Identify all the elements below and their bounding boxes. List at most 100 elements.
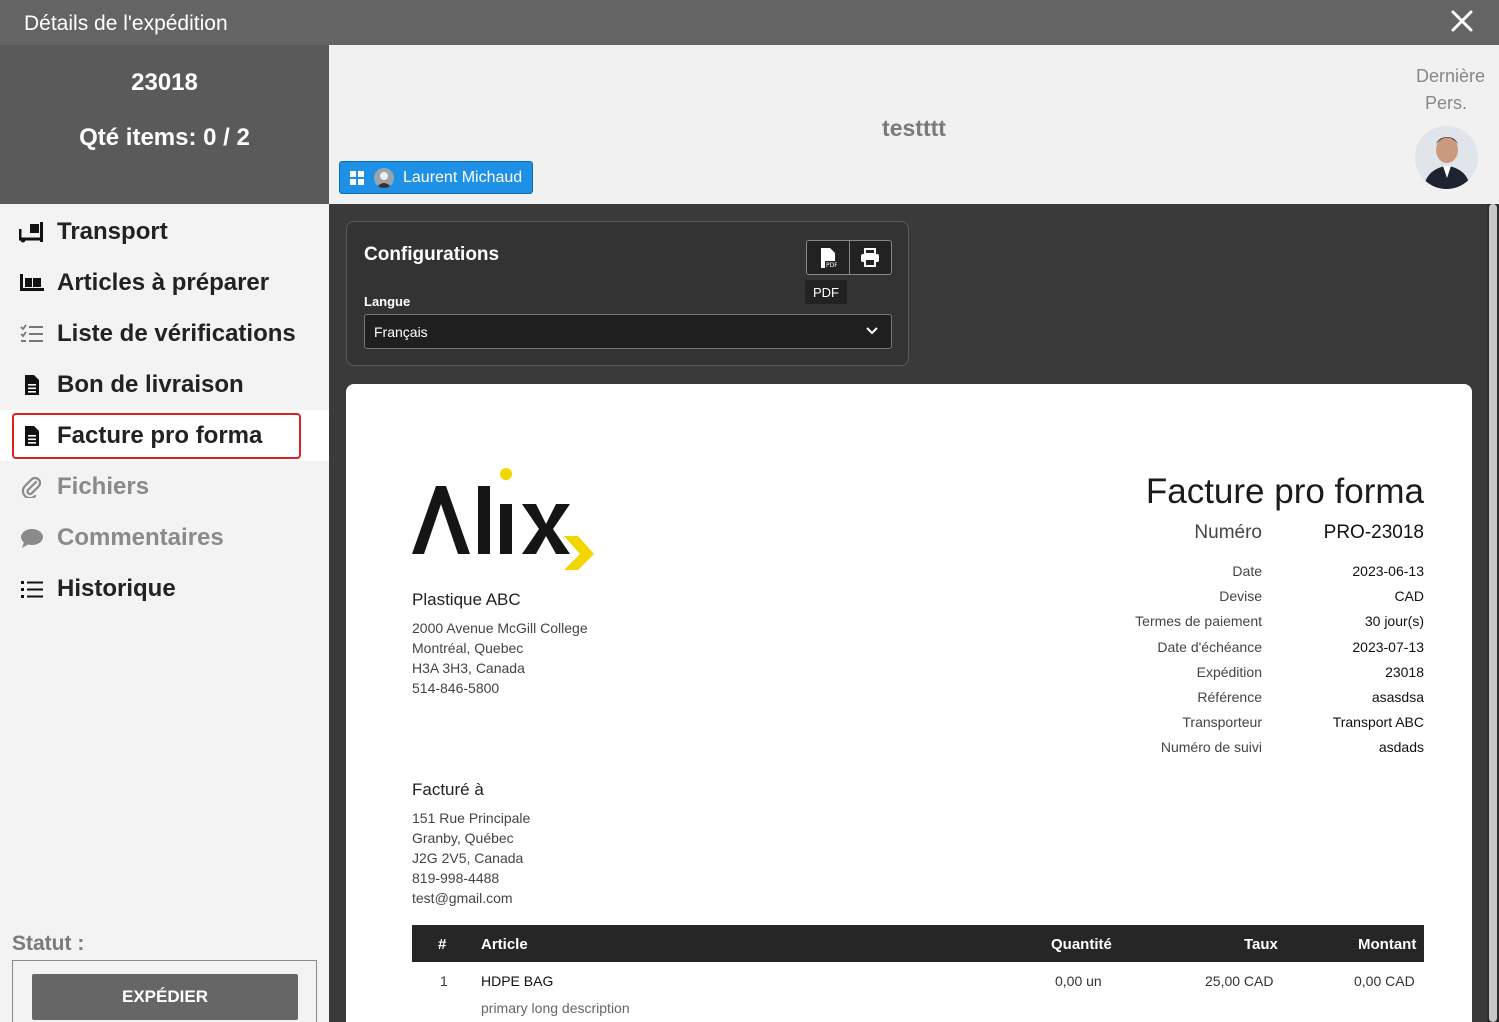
sidebar: Transport Articles à préparer Liste de v… — [0, 204, 329, 1022]
avatar — [1415, 126, 1478, 189]
sidebar-item-label: Historique — [57, 574, 176, 602]
cell-rate: 25,00 CAD — [1205, 973, 1274, 989]
sidebar-item-label: Transport — [57, 217, 168, 245]
sidebar-item-comments[interactable]: Commentaires — [0, 512, 329, 563]
address-line: 151 Rue Principale — [412, 810, 531, 826]
status-label: Statut : — [12, 932, 85, 955]
scrollbar[interactable] — [1487, 204, 1499, 1022]
meta-row: Expédition 23018 — [1004, 664, 1424, 680]
meta-row: Devise CAD — [1004, 588, 1424, 604]
status-box: EXPÉDIER — [12, 960, 317, 1022]
invoice-title: Facture pro forma — [1145, 472, 1424, 511]
billed-to: Facturé à 151 Rue Principale Granby, Qué… — [412, 780, 530, 908]
document-header: testttt Laurent Michaud Dernière Pers. — [329, 45, 1499, 204]
sidebar-item-history[interactable]: Historique — [0, 563, 329, 614]
shipment-summary: 23018 Qté items: 0 / 2 — [0, 45, 329, 204]
assigned-user-button[interactable]: Laurent Michaud — [339, 161, 534, 194]
sidebar-item-label: Fichiers — [57, 472, 150, 500]
meta-label: Date — [1232, 563, 1262, 579]
configurations-title: Configurations — [364, 244, 500, 265]
grid-icon — [350, 170, 364, 185]
address-line: Granby, Québec — [412, 830, 514, 846]
meta-label: Transporteur — [1182, 714, 1262, 730]
svg-text:PDF: PDF — [826, 262, 837, 269]
address-line: H3A 3H3, Canada — [412, 660, 525, 676]
active-highlight — [12, 413, 301, 459]
meta-label: Termes de paiement — [1135, 613, 1262, 629]
sidebar-item-label: Bon de livraison — [57, 370, 244, 398]
last-person-label: Dernière Pers. — [1416, 63, 1485, 117]
table-row: 1 HDPE BAG 0,00 un 25,00 CAD 0,00 CAD pr… — [412, 962, 1424, 1016]
close-icon[interactable] — [1449, 8, 1475, 34]
checklist-icon — [18, 322, 46, 346]
paperclip-icon — [18, 475, 46, 499]
billed-to-label: Facturé à — [412, 780, 484, 799]
sidebar-item-files[interactable]: Fichiers — [0, 461, 329, 512]
title-bar: Détails de l'expédition — [0, 0, 1499, 45]
last-person-line1: Dernière — [1415, 66, 1485, 86]
pdf-button[interactable]: PDF — [807, 241, 849, 274]
configurations-panel: Configurations PDF PDF Langue Français — [346, 221, 909, 366]
seller-name: Plastique ABC — [412, 590, 521, 609]
list-icon — [18, 577, 46, 601]
sidebar-item-checklist[interactable]: Liste de vérifications — [0, 308, 329, 359]
meta-label: Référence — [1197, 689, 1262, 705]
col-amount: Montant — [1358, 936, 1417, 953]
truck-loading-icon — [18, 220, 46, 244]
scrollbar-thumb[interactable] — [1489, 204, 1497, 1022]
print-button[interactable] — [848, 241, 891, 274]
meta-value: 2023-07-13 — [1352, 639, 1424, 655]
language-label: Langue — [364, 294, 411, 309]
meta-value: asdads — [1378, 739, 1424, 755]
sidebar-item-articles[interactable]: Articles à préparer — [0, 257, 329, 308]
col-article: Article — [481, 936, 528, 953]
language-value: Français — [374, 323, 428, 340]
window-title: Détails de l'expédition — [24, 12, 228, 35]
address-line: 2000 Avenue McGill College — [412, 620, 588, 636]
meta-value: asasdsa — [1371, 689, 1424, 705]
shipment-number: 23018 — [131, 69, 198, 96]
meta-label: Devise — [1219, 588, 1262, 604]
company-logo — [412, 468, 594, 570]
meta-value: CAD — [1394, 588, 1424, 604]
document-icon — [18, 373, 46, 397]
meta-value: 2023-06-13 — [1352, 563, 1424, 579]
address-line: test@gmail.com — [412, 890, 513, 906]
sidebar-item-label: Articles à préparer — [57, 268, 270, 296]
sidebar-item-proforma[interactable]: Facture pro forma — [0, 410, 329, 461]
sidebar-item-transport[interactable]: Transport — [0, 206, 329, 257]
meta-row: Termes de paiement 30 jour(s) — [1004, 613, 1424, 629]
invoice-document: Plastique ABC 2000 Avenue McGill College… — [346, 384, 1472, 1022]
pdf-tooltip: PDF — [805, 280, 847, 304]
sidebar-item-label: Commentaires — [57, 523, 224, 551]
page-title: testttt — [882, 115, 946, 141]
meta-value: PRO-23018 — [1323, 522, 1424, 543]
address-line: 514-846-5800 — [412, 680, 500, 696]
quantity-items: Qté items: 0 / 2 — [79, 124, 250, 151]
cell-num: 1 — [440, 973, 448, 989]
invoice-number-row: Numéro PRO-23018 — [1004, 522, 1424, 544]
cell-qty: 0,00 un — [1055, 973, 1102, 989]
seller-address: Plastique ABC 2000 Avenue McGill College… — [412, 590, 588, 698]
pdf-icon: PDF — [820, 247, 837, 269]
cell-amount: 0,00 CAD — [1354, 973, 1415, 989]
language-select[interactable]: Français — [364, 314, 892, 349]
col-num: # — [438, 936, 447, 953]
meta-row: Numéro de suivi asdads — [1004, 739, 1424, 755]
address-line: 819-998-4488 — [412, 870, 500, 886]
meta-value: 30 jour(s) — [1364, 613, 1424, 629]
meta-row: Référence asasdsa — [1004, 689, 1424, 705]
export-button-group: PDF — [806, 240, 892, 275]
line-items-table: # Article Quantité Taux Montant 1 HDPE B… — [412, 925, 1424, 1016]
address-line: Montréal, Quebec — [412, 640, 524, 656]
comment-icon — [18, 526, 46, 550]
meta-row: Date d'échéance 2023-07-13 — [1004, 639, 1424, 655]
table-header: # Article Quantité Taux Montant — [412, 925, 1424, 962]
sidebar-item-delivery-note[interactable]: Bon de livraison — [0, 359, 329, 410]
meta-label: Numéro de suivi — [1160, 739, 1262, 755]
col-qty: Quantité — [1051, 936, 1112, 953]
main-content: Configurations PDF PDF Langue Français P… — [329, 204, 1499, 1022]
meta-value: Transport ABC — [1332, 714, 1424, 730]
col-rate: Taux — [1244, 936, 1278, 953]
ship-button[interactable]: EXPÉDIER — [32, 974, 298, 1020]
